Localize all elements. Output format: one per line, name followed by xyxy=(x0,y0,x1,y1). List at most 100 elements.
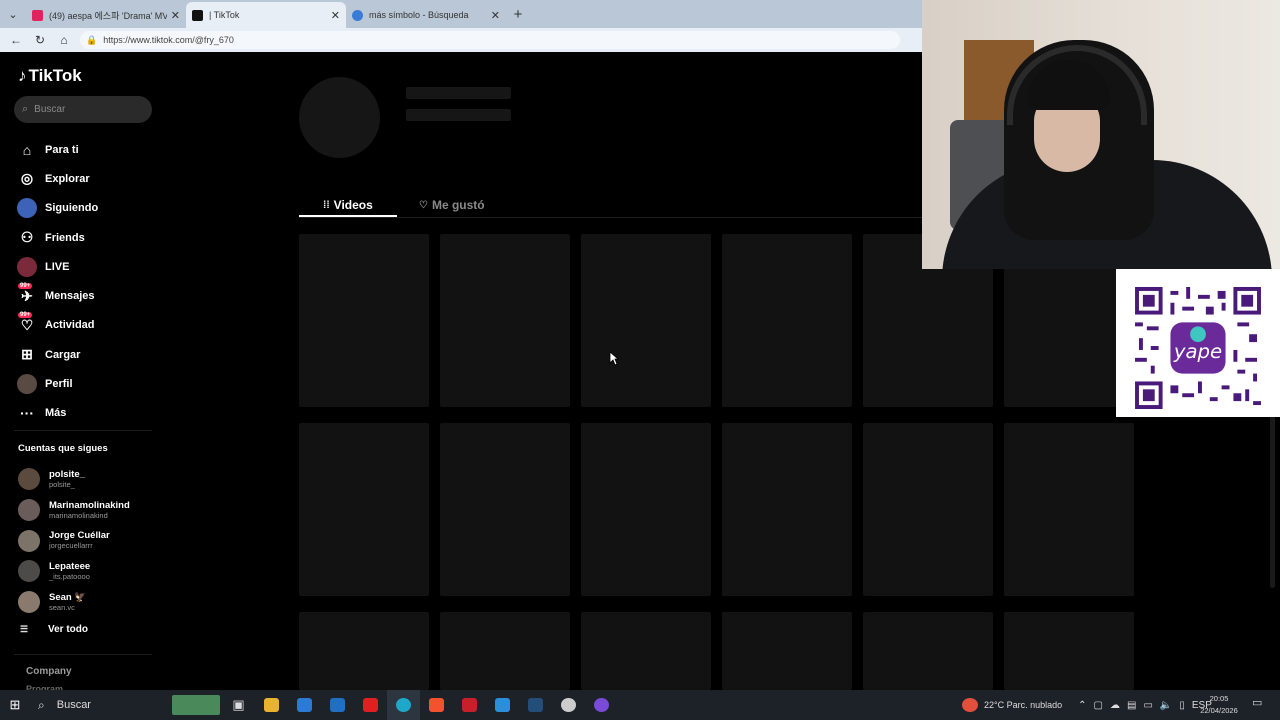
video-thumbnail-placeholder[interactable] xyxy=(440,612,570,690)
footer-company-link[interactable]: Company xyxy=(26,666,72,677)
discord-icon[interactable] xyxy=(585,690,618,720)
network-icon[interactable]: ▭ xyxy=(1143,700,1152,711)
following-item[interactable]: Sean 🦅 sean.vc xyxy=(18,587,130,618)
account-name: polsite_ xyxy=(49,468,85,480)
video-thumbnail-placeholder[interactable] xyxy=(863,423,993,596)
webcam-overlay xyxy=(922,0,1280,269)
outlook-icon[interactable] xyxy=(321,690,354,720)
following-heading: Cuentas que sigues xyxy=(18,443,108,454)
url-field[interactable]: 🔒 https://www.tiktok.com/@fry_670 xyxy=(80,31,900,49)
task-view-icon[interactable]: ▣ xyxy=(222,690,255,720)
video-thumbnail-placeholder[interactable] xyxy=(299,612,429,690)
brave-browser-icon[interactable] xyxy=(420,690,453,720)
video-thumbnail-placeholder[interactable] xyxy=(440,234,570,407)
back-arrow-icon[interactable]: ← xyxy=(4,33,28,47)
following-list: polsite_ polsite_ Marinamolinakind marinam… xyxy=(18,464,130,617)
sidebar-item-live[interactable]: LIVE xyxy=(16,252,98,281)
tray-cloud-icon[interactable]: ☁ xyxy=(1110,700,1120,711)
account-name: Sean 🦅 xyxy=(49,591,87,603)
edge-browser-icon[interactable] xyxy=(387,690,420,720)
windows-start-icon[interactable]: ⊞ xyxy=(0,697,30,713)
profile-name-placeholder xyxy=(406,87,511,99)
tab-actions-chevron-icon[interactable]: ⌄ xyxy=(0,0,26,28)
obs-icon[interactable] xyxy=(552,690,585,720)
chevron-up-icon[interactable]: ⌃ xyxy=(1078,700,1086,711)
mouse-cursor-icon xyxy=(609,351,619,366)
browser-tab-search[interactable]: más símbolo - Búsqueda ✕ xyxy=(346,2,506,28)
app-x-icon[interactable] xyxy=(453,690,486,720)
steam-icon[interactable] xyxy=(519,690,552,720)
video-thumbnail-placeholder[interactable] xyxy=(722,612,852,690)
tray-storage-icon[interactable]: ▤ xyxy=(1127,700,1136,711)
live-avatar xyxy=(16,256,38,277)
video-thumbnail-placeholder[interactable] xyxy=(722,234,852,407)
following-item[interactable]: Lepateee _its.patoooo xyxy=(18,556,130,587)
notifications-icon[interactable]: ▭ xyxy=(1252,696,1262,709)
battery-icon[interactable]: ▯ xyxy=(1179,700,1185,711)
file-explorer-icon[interactable] xyxy=(255,690,288,720)
sidebar-item-mensajes[interactable]: ✈ 99+ Mensajes xyxy=(16,281,98,310)
sidebar-item-explorar[interactable]: ◎ Explorar xyxy=(16,164,98,193)
sidebar-item-para-ti[interactable]: ⌂ Para ti xyxy=(16,135,98,164)
video-thumbnail-placeholder[interactable] xyxy=(581,612,711,690)
sidebar-item-label: Explorar xyxy=(45,172,90,185)
new-tab-button[interactable]: + xyxy=(506,6,530,23)
qr-code-icon: yape xyxy=(1135,287,1261,409)
weather-icon[interactable] xyxy=(962,698,978,712)
sidebar-item-label: Más xyxy=(45,407,67,420)
avatar xyxy=(18,591,40,614)
sidebar-item-mas[interactable]: ··· Más xyxy=(16,399,98,428)
video-thumbnail-placeholder[interactable] xyxy=(440,423,570,596)
browser-tab-youtube[interactable]: (49) aespa 에스파 'Drama' MV - Y ✕ xyxy=(26,2,186,28)
weather-text[interactable]: 22°C Parc. nublado xyxy=(984,700,1062,710)
video-thumbnail-placeholder[interactable] xyxy=(1004,612,1134,690)
sidebar-item-cargar[interactable]: ⊞ Cargar xyxy=(16,340,98,369)
tab-label: Videos xyxy=(333,198,373,212)
friends-icon: ⚇ xyxy=(20,229,34,246)
widgets-icon[interactable] xyxy=(170,690,222,720)
browser-tab-tiktok[interactable]: | TikTok ✕ xyxy=(186,2,346,28)
sidebar-item-label: Mensajes xyxy=(45,290,95,303)
close-tab-icon[interactable]: ✕ xyxy=(331,9,340,22)
volume-icon[interactable]: 🔈 xyxy=(1160,700,1172,711)
home-icon[interactable]: ⌂ xyxy=(52,33,76,47)
account-handle: marinamolinakind xyxy=(49,510,108,520)
home-icon: ⌂ xyxy=(22,141,32,158)
pen-app-icon[interactable] xyxy=(486,690,519,720)
account-handle: sean.vc xyxy=(49,602,75,612)
list-icon: ☰ xyxy=(20,624,29,634)
following-item[interactable]: polsite_ polsite_ xyxy=(18,464,130,495)
microsoft-store-icon[interactable] xyxy=(288,690,321,720)
sidebar-item-siguiendo[interactable]: Siguiendo xyxy=(16,194,98,223)
sidebar-item-friends[interactable]: ⚇ Friends xyxy=(16,223,98,252)
taskbar-search[interactable]: ⌕ Buscar xyxy=(30,690,170,720)
refresh-icon[interactable]: ↻ xyxy=(28,33,52,47)
video-thumbnail-placeholder[interactable] xyxy=(581,234,711,407)
account-handle: jorgecuellarrr xyxy=(49,541,93,551)
close-tab-icon[interactable]: ✕ xyxy=(171,9,180,22)
tiktok-logo[interactable]: ♪ TikTok xyxy=(18,66,82,86)
tiktok-favicon-icon xyxy=(192,9,203,21)
see-all-button[interactable]: ☰ Ver todo xyxy=(20,624,88,635)
tab-me-gusto[interactable]: ♡ Me gustó xyxy=(419,192,485,218)
following-avatar xyxy=(16,198,38,219)
sidebar-item-perfil[interactable]: Perfil xyxy=(16,369,98,398)
upload-icon: ⊞ xyxy=(21,346,33,363)
tray-app-icon[interactable]: ▢ xyxy=(1094,700,1103,711)
tiktok-note-icon: ♪ xyxy=(18,66,27,85)
video-thumbnail-placeholder[interactable] xyxy=(722,423,852,596)
taskbar-clock[interactable]: 20:05 22/04/2026 xyxy=(1196,693,1242,717)
clock-time: 20:05 xyxy=(1209,694,1229,703)
sidebar-item-label: Actividad xyxy=(45,319,95,332)
sidebar-item-actividad[interactable]: ♡ 99+ Actividad xyxy=(16,311,98,340)
following-item[interactable]: Jorge Cuéllar jorgecuellarrr xyxy=(18,525,130,556)
video-thumbnail-placeholder[interactable] xyxy=(581,423,711,596)
youtube-app-icon[interactable] xyxy=(354,690,387,720)
video-thumbnail-placeholder[interactable] xyxy=(863,612,993,690)
close-tab-icon[interactable]: ✕ xyxy=(491,9,500,22)
video-thumbnail-placeholder[interactable] xyxy=(1004,423,1134,596)
video-thumbnail-placeholder[interactable] xyxy=(299,234,429,407)
search-input[interactable]: ⌕ Buscar xyxy=(14,96,152,123)
video-thumbnail-placeholder[interactable] xyxy=(299,423,429,596)
following-item[interactable]: Marinamolinakind marinamolinakind xyxy=(18,495,130,526)
